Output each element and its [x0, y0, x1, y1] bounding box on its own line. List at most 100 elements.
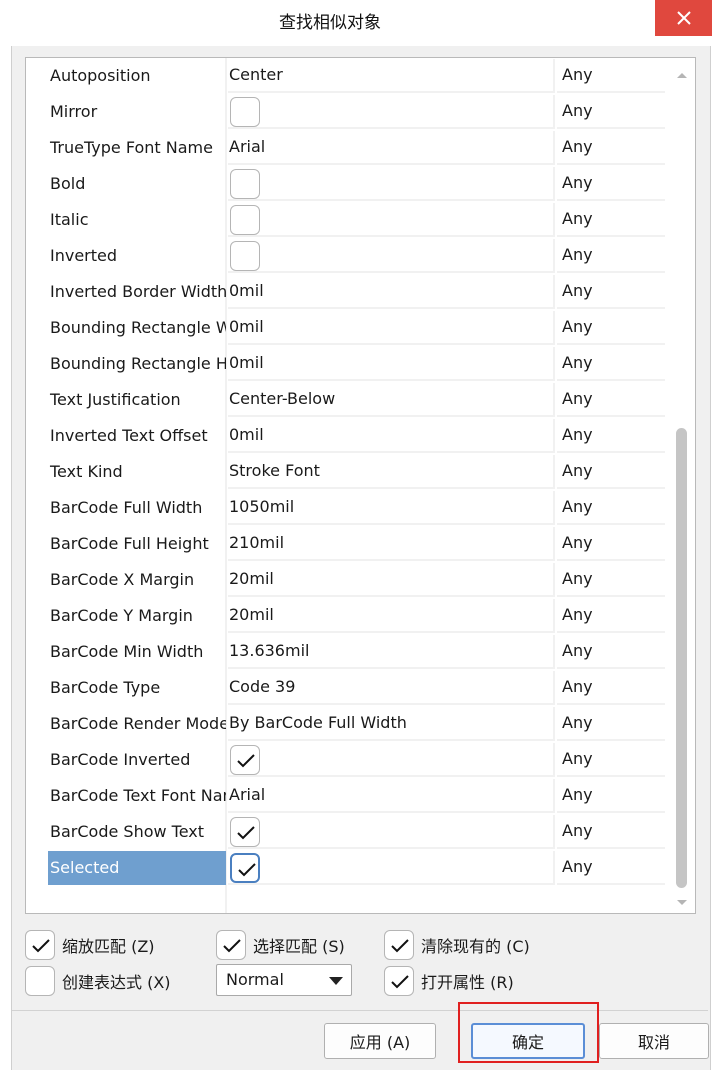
property-row[interactable]: Italic Any	[26, 203, 676, 237]
property-value-checkbox-cell[interactable]	[228, 851, 555, 885]
property-match-any[interactable]: Any	[557, 527, 665, 561]
property-checkbox[interactable]	[230, 205, 260, 235]
property-checkbox[interactable]	[230, 853, 260, 883]
close-button[interactable]	[655, 0, 712, 36]
property-row[interactable]: Selected Any	[26, 851, 676, 885]
cancel-button[interactable]: 取消	[599, 1023, 709, 1059]
property-row[interactable]: Inverted Text Offset 0mil Any	[26, 419, 676, 453]
property-row[interactable]: Text Kind Stroke Font Any	[26, 455, 676, 489]
property-match-any[interactable]: Any	[557, 167, 665, 201]
property-name[interactable]: Mirror	[48, 95, 226, 129]
property-name[interactable]: BarCode Full Width	[48, 491, 226, 525]
property-row[interactable]: BarCode Text Font NameArialAny	[26, 779, 676, 813]
zoom-match-option[interactable]: 缩放匹配 (Z)	[25, 928, 155, 962]
property-row[interactable]: BarCode Y Margin 20mil Any	[26, 599, 676, 633]
property-name[interactable]: Text Justification	[48, 383, 226, 417]
open-inspector-option[interactable]: 打开属性 (R)	[384, 964, 514, 998]
property-name[interactable]: Inverted Text Offset	[48, 419, 226, 453]
property-name[interactable]: Selected	[48, 851, 226, 885]
property-name[interactable]: BarCode Show Text	[48, 815, 226, 849]
property-name[interactable]: Italic	[48, 203, 226, 237]
property-match-any[interactable]: Any	[557, 563, 665, 597]
scroll-up-arrow-icon[interactable]	[675, 68, 689, 82]
property-name[interactable]: Autoposition	[48, 59, 226, 93]
property-name[interactable]: Text Kind	[48, 455, 226, 489]
property-row[interactable]: Inverted Any	[26, 239, 676, 273]
property-checkbox[interactable]	[230, 241, 260, 271]
property-row[interactable]: Bounding Rectangle Height0milAny	[26, 347, 676, 381]
property-match-any[interactable]: Any	[557, 491, 665, 525]
property-match-any[interactable]: Any	[557, 203, 665, 237]
property-value-checkbox-cell[interactable]	[228, 203, 555, 237]
property-row[interactable]: Mirror Any	[26, 95, 676, 129]
property-checkbox[interactable]	[230, 169, 260, 199]
property-match-any[interactable]: Any	[557, 275, 665, 309]
property-row[interactable]: Bounding Rectangle Width0milAny	[26, 311, 676, 345]
property-name[interactable]: Bounding Rectangle Height	[48, 347, 226, 381]
property-name[interactable]: BarCode Render Mode	[48, 707, 226, 741]
select-match-option[interactable]: 选择匹配 (S)	[216, 928, 345, 962]
property-match-any[interactable]: Any	[557, 851, 665, 885]
property-checkbox[interactable]	[230, 97, 260, 127]
mode-select[interactable]: Normal	[216, 964, 352, 996]
property-value[interactable]: 0mil	[228, 275, 555, 309]
property-row[interactable]: BarCode Min Width 13.636mil Any	[26, 635, 676, 669]
property-value[interactable]: Code 39	[228, 671, 555, 705]
property-match-any[interactable]: Any	[557, 635, 665, 669]
property-match-any[interactable]: Any	[557, 239, 665, 273]
property-match-any[interactable]: Any	[557, 347, 665, 381]
open-inspector-checkbox[interactable]	[384, 966, 414, 996]
property-match-any[interactable]: Any	[557, 815, 665, 849]
property-match-any[interactable]: Any	[557, 383, 665, 417]
property-value-checkbox-cell[interactable]	[228, 95, 555, 129]
property-row[interactable]: TrueType Font Name Arial Any	[26, 131, 676, 165]
select-match-checkbox[interactable]	[216, 930, 246, 960]
property-match-any[interactable]: Any	[557, 671, 665, 705]
property-row[interactable]: Text Justification Center-Below Any	[26, 383, 676, 417]
property-match-any[interactable]: Any	[557, 707, 665, 741]
property-name[interactable]: Bounding Rectangle Width	[48, 311, 226, 345]
property-row[interactable]: BarCode Full Height 210mil Any	[26, 527, 676, 561]
property-row[interactable]: Inverted Border Width 0mil Any	[26, 275, 676, 309]
clear-existing-option[interactable]: 清除现有的 (C)	[384, 928, 530, 962]
property-row[interactable]: BarCode Type Code 39 Any	[26, 671, 676, 705]
property-match-any[interactable]: Any	[557, 95, 665, 129]
scroll-down-arrow-icon[interactable]	[675, 896, 689, 910]
property-row[interactable]: BarCode Inverted Any	[26, 743, 676, 777]
property-name[interactable]: Inverted	[48, 239, 226, 273]
property-match-any[interactable]: Any	[557, 59, 665, 93]
property-name[interactable]: BarCode Y Margin	[48, 599, 226, 633]
property-name[interactable]: BarCode Inverted	[48, 743, 226, 777]
property-name[interactable]: BarCode Text Font Name	[48, 779, 226, 813]
property-match-any[interactable]: Any	[557, 419, 665, 453]
property-value-checkbox-cell[interactable]	[228, 743, 555, 777]
property-match-any[interactable]: Any	[557, 455, 665, 489]
property-value-checkbox-cell[interactable]	[228, 815, 555, 849]
property-match-any[interactable]: Any	[557, 131, 665, 165]
property-name[interactable]: TrueType Font Name	[48, 131, 226, 165]
property-name[interactable]: Inverted Border Width	[48, 275, 226, 309]
property-match-any[interactable]: Any	[557, 743, 665, 777]
property-value[interactable]: 0mil	[228, 311, 555, 345]
property-name[interactable]: BarCode X Margin	[48, 563, 226, 597]
apply-button[interactable]: 应用 (A)	[324, 1023, 436, 1059]
property-value[interactable]: 13.636mil	[228, 635, 555, 669]
property-row[interactable]: BarCode Show Text Any	[26, 815, 676, 849]
property-name[interactable]: BarCode Full Height	[48, 527, 226, 561]
property-row[interactable]: BarCode Full Width 1050mil Any	[26, 491, 676, 525]
property-row[interactable]: Autoposition Center Any	[26, 59, 676, 93]
property-value[interactable]: 0mil	[228, 419, 555, 453]
property-grid[interactable]: Autoposition Center Any Mirror Any TrueType F…	[25, 57, 696, 914]
property-value[interactable]: By BarCode Full Width	[228, 707, 555, 741]
create-expression-checkbox[interactable]	[25, 966, 55, 996]
property-name[interactable]: BarCode Min Width	[48, 635, 226, 669]
property-value[interactable]: 20mil	[228, 599, 555, 633]
property-checkbox[interactable]	[230, 817, 260, 847]
property-value-checkbox-cell[interactable]	[228, 167, 555, 201]
property-value[interactable]: 0mil	[228, 347, 555, 381]
property-value[interactable]: Arial	[228, 131, 555, 165]
property-value[interactable]: Arial	[228, 779, 555, 813]
property-row[interactable]: BarCode X Margin 20mil Any	[26, 563, 676, 597]
zoom-match-checkbox[interactable]	[25, 930, 55, 960]
property-checkbox[interactable]	[230, 745, 260, 775]
